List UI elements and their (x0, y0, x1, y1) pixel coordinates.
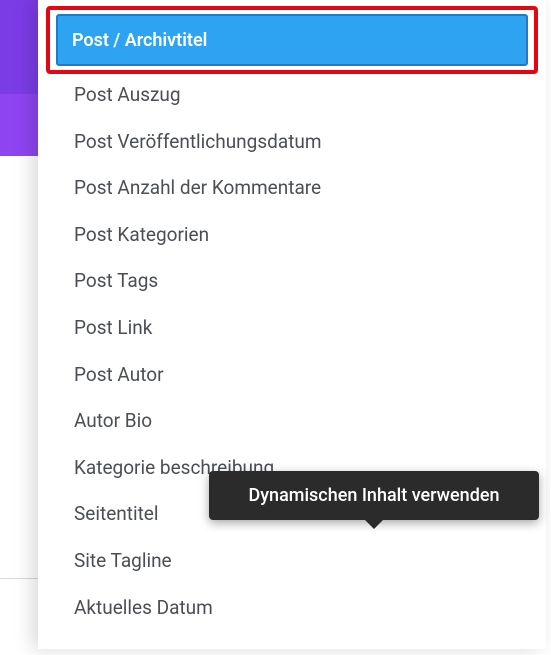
dropdown-selected-item[interactable]: Post / Archivtitel (56, 14, 528, 66)
dropdown-item[interactable]: Autor Bio (38, 398, 546, 445)
dropdown-item[interactable]: Post Link (38, 305, 546, 352)
tooltip: Dynamischen Inhalt verwenden (209, 471, 539, 520)
tooltip-text: Dynamischen Inhalt verwenden (248, 485, 499, 506)
dropdown-item[interactable]: Post Auszug (38, 72, 546, 119)
dropdown-item[interactable]: Post Kategorien (38, 212, 546, 259)
tooltip-arrow-icon (364, 519, 384, 529)
dropdown-item[interactable]: Site Tagline (38, 538, 546, 585)
sidebar-violet-bottom (0, 94, 38, 156)
dropdown-selected-label: Post / Archivtitel (72, 30, 207, 51)
dropdown-item[interactable]: Post Autor (38, 352, 546, 399)
dropdown-list: Post Auszug Post Veröffentlichungsdatum … (38, 72, 546, 655)
sidebar-divider (0, 578, 38, 579)
dynamic-content-dropdown: Post Auszug Post Veröffentlichungsdatum … (38, 0, 546, 649)
highlight-frame: Post / Archivtitel (46, 6, 538, 74)
dropdown-item[interactable]: Post Veröffentlichungsdatum (38, 119, 546, 166)
dropdown-item[interactable]: Post Anzahl der Kommentare (38, 165, 546, 212)
sidebar-violet-top (0, 0, 38, 94)
dropdown-item[interactable]: Aktuelles Datum (38, 585, 546, 632)
dropdown-item[interactable]: Post Tags (38, 258, 546, 305)
